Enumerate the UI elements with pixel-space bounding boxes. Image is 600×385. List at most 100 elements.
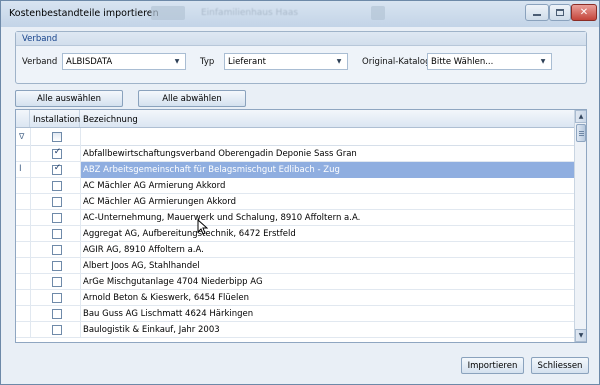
installation-checkbox[interactable]: ✓	[52, 147, 62, 159]
installation-checkbox[interactable]	[52, 277, 62, 287]
katalog-label: Original-Katalog	[362, 57, 431, 67]
table-row[interactable]: Baulogistik & Einkauf, Jahr 2003	[16, 322, 574, 338]
cost-components-grid: Installation Bezeichnung ∇ ✓ Abfallbewirt…	[15, 109, 587, 343]
verband-group-title: Verband	[22, 34, 58, 44]
maximize-icon	[556, 9, 564, 16]
import-dialog: Kostenbestandteile importieren Einfamili…	[0, 0, 600, 385]
filter-icon: ∇	[19, 132, 25, 141]
column-header-installation[interactable]: Installation	[30, 110, 80, 127]
installation-checkbox[interactable]: ✓	[52, 163, 62, 175]
column-divider	[30, 306, 31, 322]
verband-dropdown[interactable]: ALBISDATA ▼	[62, 53, 186, 70]
thumb-grip	[579, 131, 584, 132]
maximize-button[interactable]	[549, 4, 571, 21]
installation-checkbox[interactable]	[52, 293, 62, 303]
typ-dropdown-value: Lieferant	[228, 57, 266, 67]
column-divider	[30, 226, 31, 242]
grid-header: Installation Bezeichnung	[16, 110, 574, 128]
close-button[interactable]: Schliessen	[531, 357, 589, 374]
table-row[interactable]: ✓ Abfallbewirtschaftungsverband Oberengad…	[16, 146, 574, 162]
text-cursor-icon: I	[19, 164, 22, 174]
table-row[interactable]: Aggregat AG, Aufbereitungstechnik, 6472 …	[16, 226, 574, 242]
table-row[interactable]: Bau Guss AG Lischmatt 4624 Härkingen	[16, 306, 574, 322]
typ-dropdown[interactable]: Lieferant ▼	[224, 53, 348, 70]
chevron-down-icon[interactable]: ▼	[171, 54, 183, 69]
chevron-down-icon[interactable]: ▼	[333, 54, 345, 69]
background-window-title: Einfamilienhaus Haas	[201, 8, 299, 18]
table-row[interactable]: Albert Joos AG, Stahlhandel	[16, 258, 574, 274]
table-row[interactable]: AC-Unternehmung, Mauerwerk und Schalung,…	[16, 210, 574, 226]
column-divider	[30, 146, 31, 162]
thumb-grip	[579, 133, 584, 134]
table-row[interactable]: ArGe Mischgutanlage 4704 Niederbipp AG	[16, 274, 574, 290]
column-divider	[80, 210, 81, 226]
row-name: Abfallbewirtschaftungsverband Oberengadi…	[83, 149, 357, 159]
column-divider	[30, 210, 31, 226]
column-divider	[80, 322, 81, 338]
installation-checkbox[interactable]	[52, 261, 62, 271]
scrollbar-thumb[interactable]	[576, 124, 586, 142]
close-window-button[interactable]: ✕	[571, 4, 597, 21]
column-divider	[30, 274, 31, 290]
installation-checkbox[interactable]	[52, 309, 62, 319]
arrow-down-icon: ▼	[578, 332, 584, 339]
row-name: ABZ Arbeitsgemeinschaft für Belagsmischg…	[83, 165, 340, 175]
column-divider	[30, 242, 31, 258]
select-all-button[interactable]: Alle auswählen	[15, 90, 123, 107]
verband-group: Verband Verband ALBISDATA ▼ Typ Lieferan…	[15, 31, 587, 84]
column-divider	[30, 290, 31, 306]
installation-filter-checkbox[interactable]	[52, 132, 62, 142]
row-name: Arnold Beton & Kieswerk, 6454 Flüelen	[83, 293, 249, 303]
deselect-all-button[interactable]: Alle abwählen	[138, 90, 246, 107]
verband-dropdown-value: ALBISDATA	[66, 57, 113, 67]
scroll-up-button[interactable]: ▲	[575, 110, 586, 123]
verband-label: Verband	[22, 57, 58, 67]
background-window-ghost	[151, 6, 185, 20]
column-header-bezeichnung[interactable]: Bezeichnung	[80, 110, 574, 127]
installation-checkbox[interactable]	[52, 245, 62, 255]
column-divider	[80, 178, 81, 194]
column-divider	[30, 128, 31, 146]
row-name: Baulogistik & Einkauf, Jahr 2003	[83, 325, 220, 335]
chevron-down-icon[interactable]: ▼	[537, 54, 549, 69]
minimize-icon	[533, 14, 541, 16]
column-divider	[80, 128, 81, 146]
table-row[interactable]: AGIR AG, 8910 Affoltern a.A.	[16, 242, 574, 258]
filter-row: ∇	[16, 128, 574, 146]
grid-rows: ✓ Abfallbewirtschaftungsverband Oberengad…	[16, 146, 574, 338]
import-button[interactable]: Importieren	[461, 357, 524, 374]
minimize-button[interactable]	[525, 4, 549, 21]
table-row[interactable]: AC Mächler AG Armierungen Akkord	[16, 194, 574, 210]
row-name: AGIR AG, 8910 Affoltern a.A.	[83, 245, 204, 255]
table-row[interactable]: Arnold Beton & Kieswerk, 6454 Flüelen	[16, 290, 574, 306]
installation-checkbox[interactable]	[52, 213, 62, 223]
column-divider	[80, 290, 81, 306]
column-divider	[80, 194, 81, 210]
installation-checkbox[interactable]	[52, 197, 62, 207]
background-close-ghost	[371, 6, 385, 20]
arrow-up-icon: ▲	[578, 113, 584, 120]
table-row[interactable]: I ✓ ABZ Arbeitsgemeinschaft für Belagsmisc…	[16, 162, 574, 178]
checkmark-icon: ✓	[53, 163, 62, 173]
installation-checkbox[interactable]	[52, 229, 62, 239]
katalog-dropdown[interactable]: Bitte Wählen... ▼	[427, 53, 552, 70]
column-divider	[80, 226, 81, 242]
checkmark-icon: ✓	[53, 147, 62, 157]
table-row[interactable]: AC Mächler AG Armierung Akkord	[16, 178, 574, 194]
title-bar[interactable]: Kostenbestandteile importieren Einfamili…	[1, 1, 599, 27]
installation-checkbox[interactable]	[52, 325, 62, 335]
column-divider	[80, 242, 81, 258]
scroll-down-button[interactable]: ▼	[575, 329, 586, 342]
column-divider	[30, 322, 31, 338]
vertical-scrollbar[interactable]: ▲ ▼	[574, 110, 586, 342]
verband-group-header: Verband	[16, 32, 586, 46]
mouse-pointer-icon	[197, 219, 208, 235]
window-title: Kostenbestandteile importieren	[9, 8, 159, 19]
installation-checkbox[interactable]	[52, 181, 62, 191]
row-name: Aggregat AG, Aufbereitungstechnik, 6472 …	[83, 229, 296, 239]
row-name: Albert Joos AG, Stahlhandel	[83, 261, 200, 271]
katalog-dropdown-value: Bitte Wählen...	[431, 57, 494, 67]
column-divider	[30, 178, 31, 194]
row-indicator-header	[16, 110, 30, 127]
typ-label: Typ	[200, 57, 215, 67]
